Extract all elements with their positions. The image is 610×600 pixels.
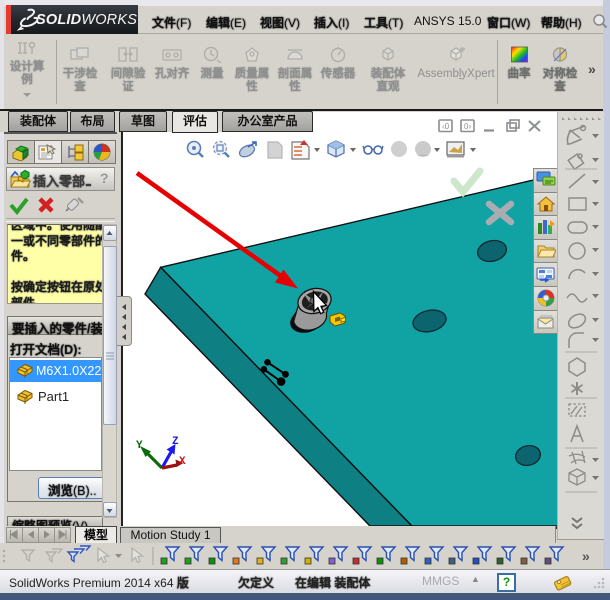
svg-text:Y: Y xyxy=(136,440,143,452)
svg-text:X: X xyxy=(179,456,186,468)
svg-text:»: » xyxy=(582,548,590,564)
svg-text:Z: Z xyxy=(172,436,179,448)
